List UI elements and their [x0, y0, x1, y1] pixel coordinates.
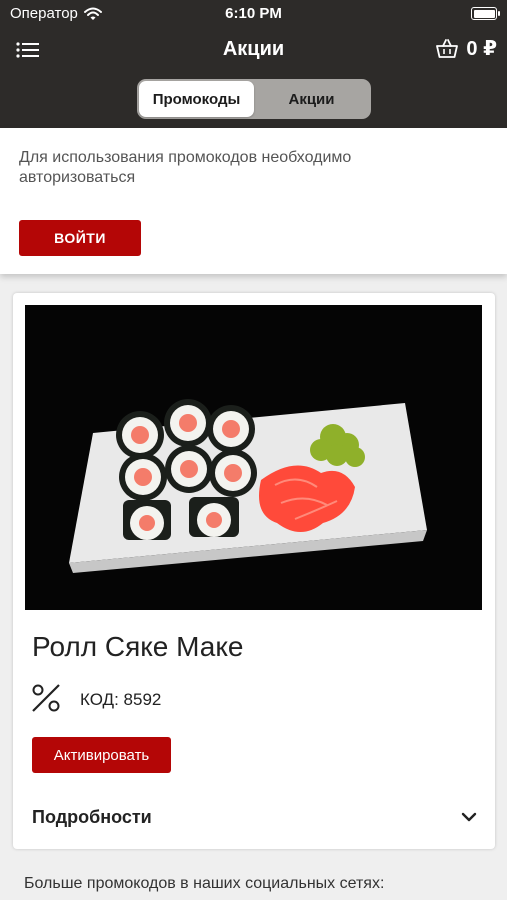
- social-text: Больше промокодов в наших социальных сет…: [24, 875, 385, 892]
- tab-promocodes[interactable]: Промокоды: [139, 81, 254, 117]
- cart-total: 0 ₽: [466, 38, 497, 60]
- cart-button[interactable]: 0 ₽: [436, 36, 497, 61]
- promo-card: Ролл Сяке Маке КОД: 8592 Активировать По…: [13, 293, 495, 849]
- status-time: 6:10 PM: [225, 5, 282, 22]
- basket-icon: [436, 38, 459, 58]
- nav-bar: Акции 0 ₽: [0, 30, 507, 70]
- promo-code-value: 8592: [123, 690, 162, 709]
- auth-message: Для использования промокодов необходимо …: [19, 149, 352, 186]
- segment-control: Промокоды Акции: [137, 79, 371, 119]
- status-bar: Оператор 6:10 PM: [0, 0, 507, 28]
- promo-title: Ролл Сяке Маке: [32, 631, 244, 662]
- promo-image: [25, 305, 482, 610]
- page-title: Акции: [222, 38, 285, 60]
- promo-code-label: КОД:: [80, 690, 119, 709]
- top-bar: Оператор 6:10 PM Акции 0 ₽ Промокоды Акц…: [0, 0, 507, 128]
- chevron-down-icon[interactable]: [461, 809, 477, 825]
- login-button[interactable]: ВОЙТИ: [19, 220, 141, 256]
- promo-code: КОД: 8592: [80, 690, 161, 710]
- details-toggle[interactable]: Подробности: [32, 807, 152, 828]
- activate-button[interactable]: Активировать: [32, 737, 171, 773]
- tab-promotions[interactable]: Акции: [254, 81, 369, 117]
- battery-icon: [471, 7, 500, 20]
- percent-icon: [32, 684, 60, 712]
- auth-panel: Для использования промокодов необходимо …: [0, 128, 507, 274]
